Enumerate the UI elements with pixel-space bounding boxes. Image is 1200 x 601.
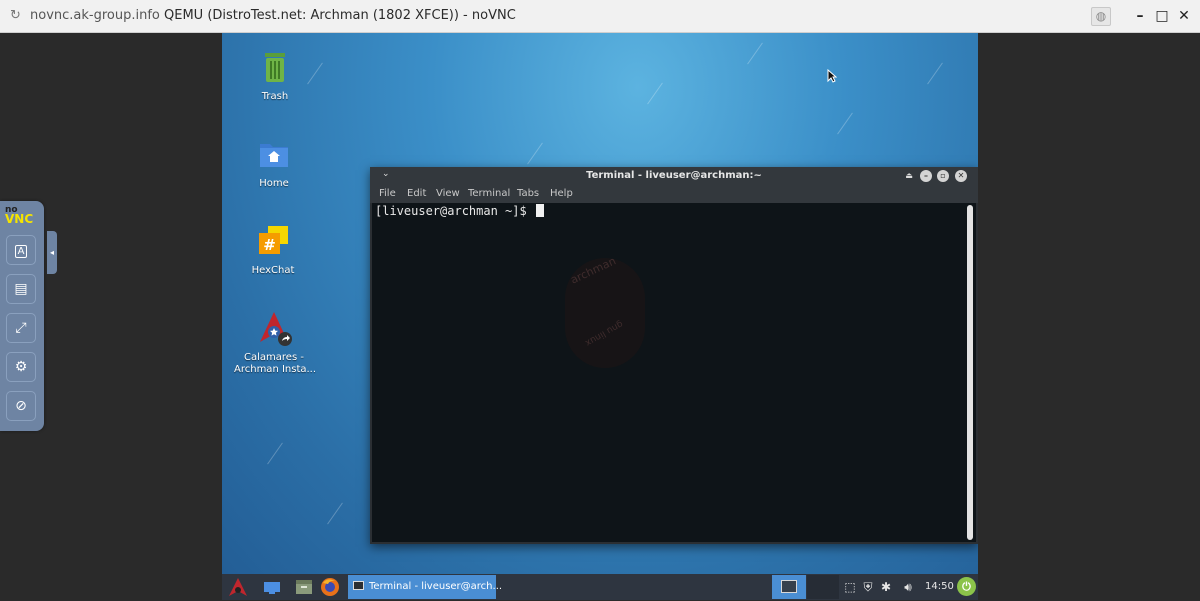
menu-file[interactable]: File [379,188,396,199]
globe-icon[interactable]: ◍ [1091,7,1111,26]
terminal-scrollbar[interactable] [967,205,973,540]
task-label: Terminal - liveuser@arch... [369,581,503,592]
stick-icon[interactable]: ⏏ [903,170,915,182]
desktop-icon-label: HexChat [251,265,295,276]
terminal-title: Terminal - liveuser@archman:~ [586,170,762,181]
prompt-text: [liveuser@archman ~]$ [375,204,534,218]
minimize-icon[interactable]: – [920,170,932,182]
keyboard-button[interactable]: A [6,235,36,265]
novnc-logo: no VNC [5,206,34,226]
archman-menu-icon[interactable] [228,577,248,597]
power-icon[interactable]: ⏻ [957,577,976,596]
desktop-icon-label: Trash [261,91,289,102]
fullscreen-button[interactable]: ⤢ [6,313,36,343]
workspace-1[interactable] [772,575,806,599]
clock[interactable]: 14:50 [925,581,954,592]
terminal-menubar: File Edit View Terminal Tabs Help [370,185,978,203]
page-host: novnc.ak-group.info [30,8,160,23]
page-title: QEMU (DistroTest.net: Archman (1802 XFCE… [164,8,516,23]
terminal-titlebar[interactable]: ⌄ Terminal - liveuser@archman:~ ⏏ – ▫ ✕ [370,167,978,185]
terminal-window[interactable]: ⌄ Terminal - liveuser@archman:~ ⏏ – ▫ ✕ … [370,167,978,544]
watermark-top: archman [568,254,618,287]
workspace-2[interactable] [807,575,839,599]
fullscreen-icon: ⤢ [15,320,27,336]
reload-icon[interactable]: ↻ [10,8,26,24]
menu-tabs[interactable]: Tabs [517,188,539,199]
close-icon[interactable]: ✕ [955,170,967,182]
desktop[interactable]: Trash Home # HexChat Calamares - Archman… [222,33,978,574]
calamares-icon [256,310,292,346]
hexchat-icon: # [255,223,291,259]
desktop-icon-hexchat[interactable]: # HexChat [233,223,313,277]
menu-view[interactable]: View [436,188,460,199]
window-title: novnc.ak-group.info QEMU (DistroTest.net… [30,8,516,23]
desktop-icon-label: Home [259,178,289,189]
screenshot-icon[interactable]: ⬚ [842,579,858,595]
menu-edit[interactable]: Edit [407,188,426,199]
browser-title-bar: ↻ novnc.ak-group.info QEMU (DistroTest.n… [0,0,1200,33]
menu-terminal[interactable]: Terminal [468,188,510,199]
firefox-icon[interactable] [320,577,340,597]
desktop-icon-label: Calamares - [244,352,304,363]
workspace-window-icon [781,580,797,593]
desktop-icon-home[interactable]: Home [234,136,314,190]
file-manager-icon[interactable] [294,577,314,597]
svg-text:#: # [263,236,276,254]
taskbar: Terminal - liveuser@arch... ⬚ ⛨ ✱ 🔊︎ 14:… [222,574,978,600]
settings-button[interactable]: ⚙ [6,352,36,382]
novnc-control-bar: no VNC A ▤ ⤢ ⚙ ⊘ [0,201,44,431]
home-folder-icon [256,136,292,172]
minimize-button[interactable]: – [1131,7,1149,25]
clipboard-button[interactable]: ▤ [6,274,36,304]
archman-watermark: archman gnu linux [565,254,645,368]
trash-icon [257,49,293,85]
terminal-prompt: [liveuser@archman ~]$ [375,204,544,218]
maximize-icon[interactable]: ▫ [937,170,949,182]
volume-icon[interactable]: 🔊︎ [900,579,916,595]
menu-help[interactable]: Help [550,188,573,199]
novnc-logo-vnc: VNC [5,212,34,226]
keyboard-icon: A [14,245,28,258]
close-button[interactable]: ✕ [1175,7,1193,25]
disconnect-icon: ⊘ [15,398,27,414]
novnc-panel-handle[interactable]: ◂ [47,231,57,274]
terminal-body[interactable]: archman gnu linux [liveuser@archman ~]$ [372,203,976,542]
watermark-bottom: gnu linux [583,318,625,348]
taskbar-terminal-button[interactable]: Terminal - liveuser@arch... [348,575,502,599]
gear-icon: ⚙ [14,359,28,375]
desktop-icon-label-line2: Archman Insta... [234,364,317,375]
update-icon[interactable]: ✱ [878,579,894,595]
desktop-icon-trash[interactable]: Trash [235,49,315,103]
show-desktop-icon[interactable] [262,577,282,597]
terminal-icon [353,581,364,590]
desktop-icon-calamares[interactable]: Calamares - Archman Insta... [234,310,317,376]
clipboard-icon: ▤ [14,281,28,297]
shield-icon[interactable]: ⛨ [860,579,876,595]
disconnect-button[interactable]: ⊘ [6,391,36,421]
maximize-button[interactable]: □ [1153,7,1171,25]
text-cursor [535,204,544,217]
